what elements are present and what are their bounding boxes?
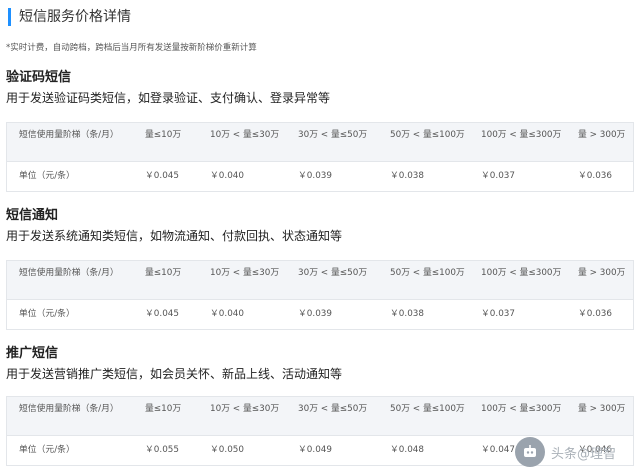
section-description: 用于发送验证码类短信，如登录验证、支付确认、登录异常等: [6, 91, 331, 105]
price-cell: ￥0.050: [210, 445, 244, 455]
section-notification-sms: 短信通知 用于发送系统通知类短信，如物流通知、付款回执、状态通知等 短信使用量阶…: [6, 208, 634, 330]
tier-header-label: 短信使用量阶梯（条/月）: [19, 268, 119, 278]
tier-header: 量≤10万: [145, 268, 182, 278]
tier-header: 100万 < 量≤300万: [481, 268, 562, 278]
tier-header: 量≤10万: [145, 130, 182, 140]
price-cell: ￥0.037: [481, 309, 515, 319]
price-cell: ￥0.055: [145, 445, 179, 455]
tier-header: 30万 < 量≤50万: [298, 404, 368, 414]
tier-header: 30万 < 量≤50万: [298, 268, 368, 278]
page-title: 短信服务价格详情: [19, 9, 131, 25]
section-title: 验证码短信: [6, 70, 72, 85]
price-cell: ￥0.037: [481, 171, 515, 181]
table-header-row: 短信使用量阶梯（条/月） 量≤10万 10万 < 量≤30万 30万 < 量≤5…: [7, 261, 633, 299]
price-cell: ￥0.048: [390, 445, 424, 455]
tier-header: 100万 < 量≤300万: [481, 404, 562, 414]
unit-label: 单位（元/条）: [19, 171, 75, 181]
tier-header: 量 > 300万: [578, 404, 626, 414]
price-cell: ￥0.045: [145, 171, 179, 181]
section-verification-sms: 验证码短信 用于发送验证码类短信，如登录验证、支付确认、登录异常等 短信使用量阶…: [6, 70, 634, 192]
section-description: 用于发送系统通知类短信，如物流通知、付款回执、状态通知等: [6, 229, 343, 243]
watermark-glyph: [523, 445, 536, 457]
tier-header: 10万 < 量≤30万: [210, 404, 280, 414]
unit-label: 单位（元/条）: [19, 445, 75, 455]
price-cell: ￥0.039: [298, 309, 332, 319]
tier-header-label: 短信使用量阶梯（条/月）: [19, 404, 119, 414]
price-cell: ￥0.040: [210, 171, 244, 181]
unit-label: 单位（元/条）: [19, 309, 75, 319]
table-row: 单位（元/条） ￥0.045 ￥0.040 ￥0.039 ￥0.038 ￥0.0…: [7, 299, 633, 329]
table-header-row: 短信使用量阶梯（条/月） 量≤10万 10万 < 量≤30万 30万 < 量≤5…: [7, 123, 633, 161]
tier-header: 量 > 300万: [578, 268, 626, 278]
section-promotion-sms: 推广短信 用于发送营销推广类短信，如会员关怀、新品上线、活动通知等 短信使用量阶…: [6, 346, 634, 466]
tier-header: 量 > 300万: [578, 130, 626, 140]
watermark: 头条@理智: [514, 437, 616, 467]
page-header: 短信服务价格详情: [8, 8, 131, 26]
price-cell: ￥0.036: [578, 309, 612, 319]
section-title: 短信通知: [6, 208, 59, 223]
price-table: 短信使用量阶梯（条/月） 量≤10万 10万 < 量≤30万 30万 < 量≤5…: [6, 122, 634, 192]
watermark-text: 头条@理智: [550, 446, 616, 462]
section-title: 推广短信: [6, 346, 59, 361]
price-cell: ￥0.045: [145, 309, 179, 319]
tier-header: 10万 < 量≤30万: [210, 130, 280, 140]
price-cell: ￥0.039: [298, 171, 332, 181]
tier-header: 50万 < 量≤100万: [390, 130, 465, 140]
price-cell: ￥0.038: [390, 309, 424, 319]
tier-header: 100万 < 量≤300万: [481, 130, 562, 140]
pricing-note: *实时计费，自动跨档，跨档后当月所有发送量按新阶梯价重新计算: [6, 43, 257, 53]
price-cell: ￥0.040: [210, 309, 244, 319]
tier-header: 30万 < 量≤50万: [298, 130, 368, 140]
table-header-row: 短信使用量阶梯（条/月） 量≤10万 10万 < 量≤30万 30万 < 量≤5…: [7, 397, 633, 435]
watermark-logo-icon: [514, 437, 545, 467]
price-cell: ￥0.038: [390, 171, 424, 181]
section-description: 用于发送营销推广类短信，如会员关怀、新品上线、活动通知等: [6, 367, 343, 381]
tier-header: 量≤10万: [145, 404, 182, 414]
tier-header-label: 短信使用量阶梯（条/月）: [19, 130, 119, 140]
price-cell: ￥0.036: [578, 171, 612, 181]
table-row: 单位（元/条） ￥0.045 ￥0.040 ￥0.039 ￥0.038 ￥0.0…: [7, 161, 633, 191]
tier-header: 10万 < 量≤30万: [210, 268, 280, 278]
price-table: 短信使用量阶梯（条/月） 量≤10万 10万 < 量≤30万 30万 < 量≤5…: [6, 260, 634, 330]
tier-header: 50万 < 量≤100万: [390, 268, 465, 278]
tier-header: 50万 < 量≤100万: [390, 404, 465, 414]
price-cell: ￥0.049: [298, 445, 332, 455]
